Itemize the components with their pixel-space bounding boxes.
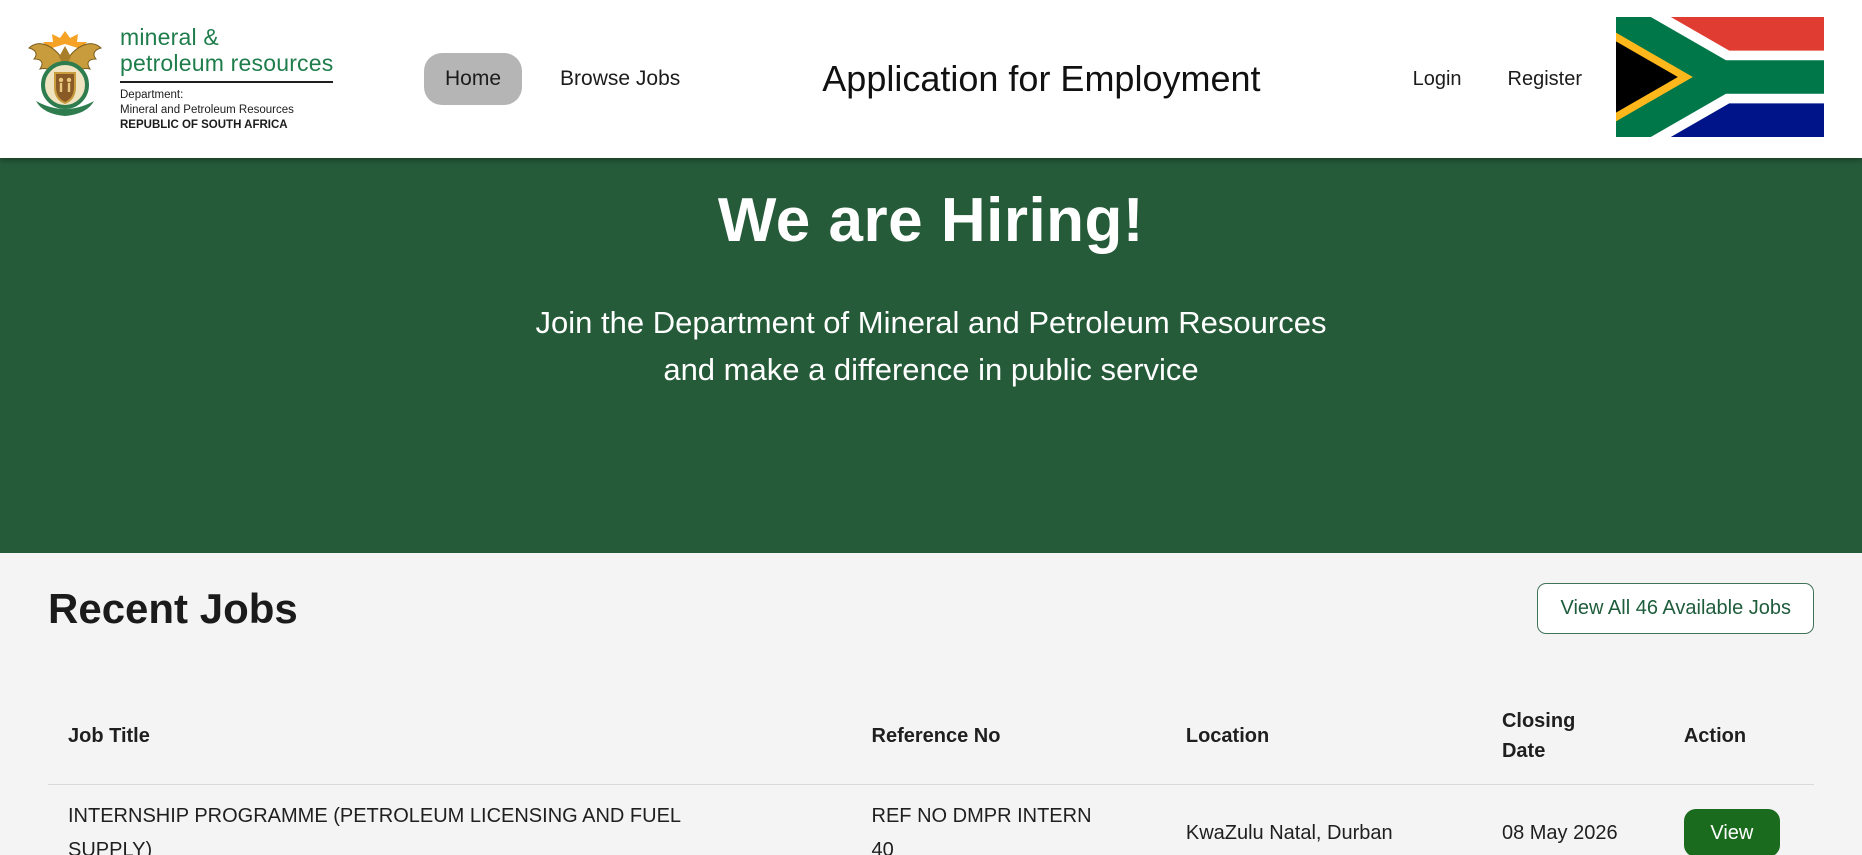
column-job-title: Job Title xyxy=(68,725,150,747)
app-logo[interactable]: mineral & petroleum resources Department… xyxy=(26,25,374,132)
page-title: Application for Employment xyxy=(822,58,1261,99)
auth-links: Login Register xyxy=(1413,68,1582,91)
main-nav: Home Browse Jobs xyxy=(424,53,680,105)
job-reference-cell: REF NO DMPR INTERN 40 xyxy=(871,805,1092,855)
logo-dept-name: Mineral and Petroleum Resources xyxy=(120,103,294,116)
app-header: mineral & petroleum resources Department… xyxy=(0,0,1862,167)
job-location-cell: KwaZulu Natal, Durban xyxy=(1185,822,1393,844)
logo-dept-label: Department: xyxy=(120,88,184,101)
hero-heading: We are Hiring! xyxy=(717,186,1145,255)
view-job-button[interactable]: View xyxy=(1683,809,1780,855)
job-title-cell: INTERNSHIP PROGRAMME (PETROLEUM LICENSIN… xyxy=(68,805,681,855)
section-title: Recent Jobs xyxy=(48,584,298,632)
login-link[interactable]: Login xyxy=(1413,68,1462,91)
column-reference-no: Reference No xyxy=(871,725,1001,747)
logo-title-line1: mineral & xyxy=(120,24,219,51)
job-closing-date-cell: 08 May 2026 xyxy=(1501,822,1618,844)
column-closing-date: Closing Date xyxy=(1501,710,1576,762)
logo-title-line2: petroleum resources xyxy=(120,50,334,83)
column-location: Location xyxy=(1185,725,1270,747)
column-action: Action xyxy=(1683,725,1747,747)
view-all-jobs-button[interactable]: View All 46 Available Jobs xyxy=(1537,583,1814,634)
job-action-cell: View xyxy=(1664,785,1814,855)
table-header-row: Job Title Reference No Location Closing … xyxy=(48,682,1814,785)
logo-country: REPUBLIC OF SOUTH AFRICA xyxy=(120,118,288,131)
south-africa-flag-icon xyxy=(1585,0,1824,167)
nav-item-home[interactable]: Home xyxy=(424,53,523,105)
nav-item-browse-jobs[interactable]: Browse Jobs xyxy=(560,67,680,91)
coat-of-arms-icon xyxy=(26,30,104,128)
register-link[interactable]: Register xyxy=(1508,68,1582,91)
hero-subtitle: Join the Department of Mineral and Petro… xyxy=(535,305,1327,387)
hero-banner: We are Hiring! Join the Department of Mi… xyxy=(0,158,1862,553)
recent-jobs-section: Recent Jobs View All 46 Available Jobs J… xyxy=(0,553,1862,855)
table-row: INTERNSHIP PROGRAMME (PETROLEUM LICENSIN… xyxy=(48,785,1814,855)
jobs-table: Job Title Reference No Location Closing … xyxy=(48,682,1814,855)
